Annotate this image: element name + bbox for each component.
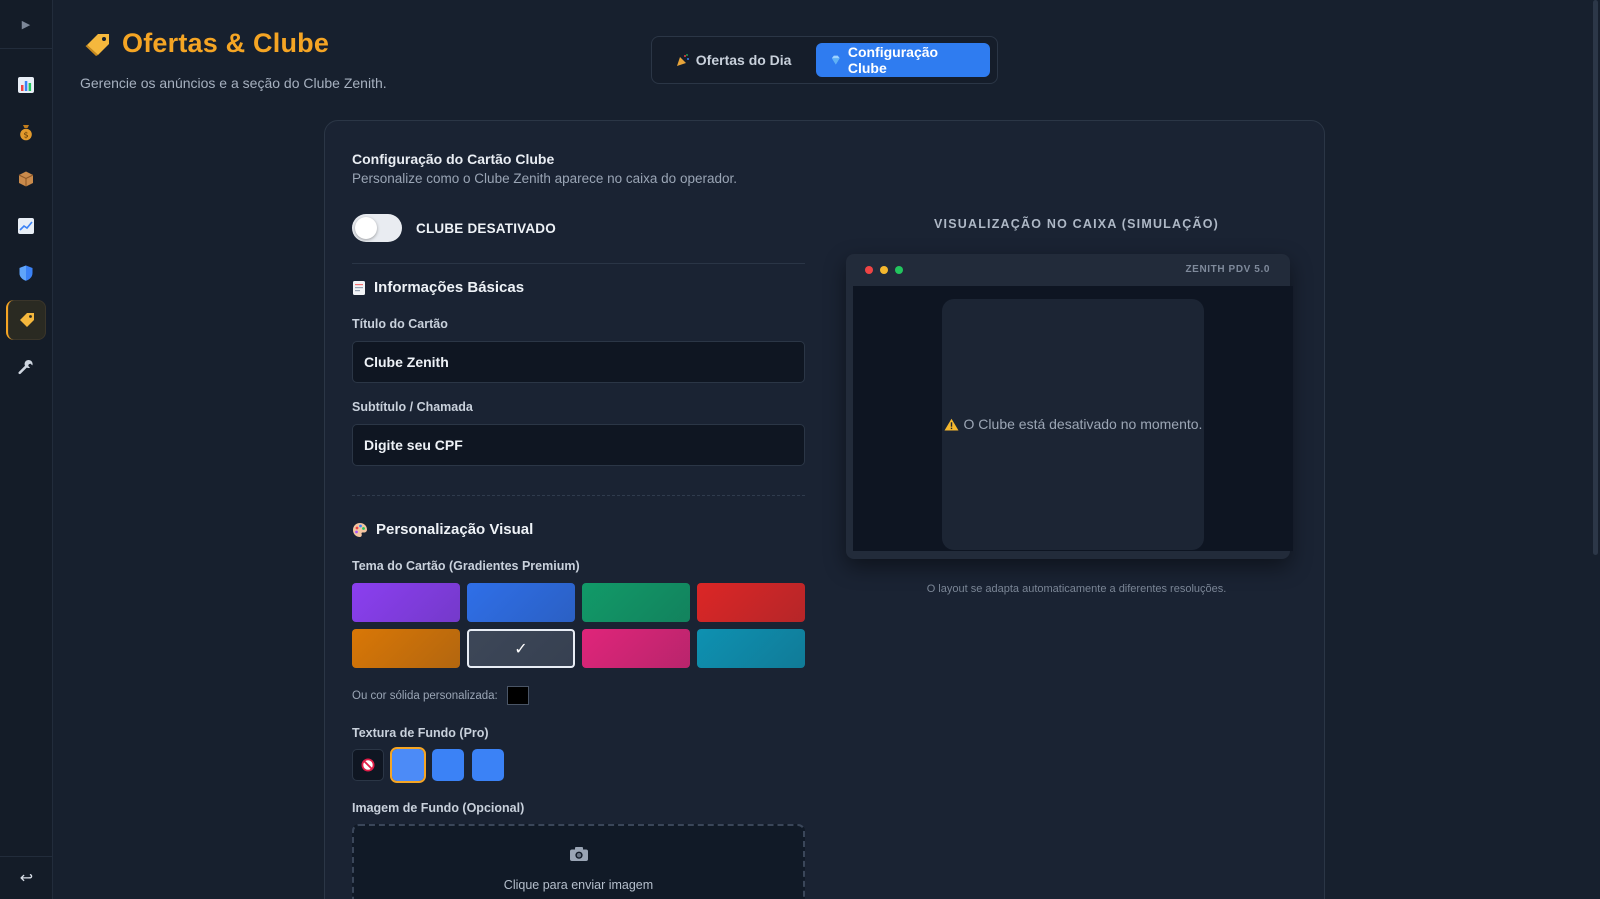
pos-preview-window: ZENITH PDV 5.0 O Clube está desativado n… — [846, 254, 1293, 559]
prohibited-icon — [361, 758, 375, 772]
tag-icon — [20, 313, 34, 327]
pos-brand-label: ZENITH PDV 5.0 — [1185, 264, 1270, 275]
dashed-divider — [352, 495, 805, 496]
sidebar-item-settings[interactable] — [6, 347, 46, 387]
club-card-preview: O Clube está desativado no momento. — [942, 299, 1204, 550]
play-arrow-icon: ▶ — [21, 18, 31, 31]
theme-swatch-slate[interactable]: ✓ — [467, 629, 575, 668]
club-disabled-message: O Clube está desativado no momento. — [942, 416, 1204, 432]
package-icon — [18, 171, 34, 187]
wrench-icon — [18, 360, 33, 375]
theme-swatches: ✓ — [352, 583, 807, 668]
texture-option-3[interactable] — [472, 749, 504, 781]
sidebar-item-reports[interactable] — [6, 206, 46, 246]
check-icon: ✓ — [514, 640, 528, 658]
tab-ofertas-do-dia[interactable]: Ofertas do Dia — [659, 43, 808, 77]
theme-swatch-teal[interactable] — [697, 629, 805, 668]
sidebar-item-offers[interactable] — [6, 300, 46, 340]
club-disabled-text: O Clube está desativado no momento. — [963, 416, 1203, 432]
club-config-card: Configuração do Cartão Clube Personalize… — [324, 120, 1325, 899]
money-bag-icon: $ — [20, 125, 32, 141]
party-popper-icon — [676, 54, 689, 66]
sidebar-item-finance[interactable]: $ — [6, 112, 46, 152]
solid-color-picker[interactable] — [506, 686, 529, 705]
minimize-dot-icon — [880, 266, 888, 274]
theme-swatch-pink[interactable] — [582, 629, 690, 668]
toggle-knob — [355, 217, 377, 239]
camera-icon — [354, 846, 803, 867]
divider — [352, 263, 805, 264]
window-titlebar: ZENITH PDV 5.0 — [846, 254, 1290, 284]
sidebar-item-products[interactable] — [6, 159, 46, 199]
texture-option-2[interactable] — [432, 749, 464, 781]
card-subtitle-label: Subtítulo / Chamada — [352, 400, 473, 414]
club-enabled-toggle[interactable] — [352, 214, 402, 242]
sidebar-expand-button[interactable]: ▶ — [0, 0, 52, 49]
tab-label: Configuração Clube — [847, 44, 939, 76]
tag-icon — [85, 33, 109, 56]
maximize-dot-icon — [895, 266, 903, 274]
section-subtitle: Personalize como o Clube Zenith aparece … — [352, 171, 737, 186]
trend-chart-icon — [18, 218, 34, 234]
page-scrollbar[interactable] — [1590, 0, 1600, 560]
card-subtitle-input[interactable]: Digite seu CPF — [352, 424, 805, 466]
page-subtitle: Gerencie os anúncios e a seção do Clube … — [80, 75, 387, 91]
texture-label: Textura de Fundo (Pro) — [352, 726, 489, 740]
basic-info-title: Informações Básicas — [374, 279, 525, 296]
return-arrow-icon: ↩ — [19, 870, 34, 887]
card-title-label: Título do Cartão — [352, 317, 448, 331]
solid-color-row: Ou cor sólida personalizada: — [352, 686, 529, 705]
logout-button[interactable]: ↩ — [0, 856, 53, 899]
theme-label: Tema do Cartão (Gradientes Premium) — [352, 559, 580, 573]
shield-icon — [19, 265, 33, 281]
club-toggle-row: CLUBE DESATIVADO — [352, 214, 556, 242]
visual-title: Personalização Visual — [376, 521, 534, 538]
section-tabs: Ofertas do Dia Configuração Clube — [651, 36, 998, 84]
basic-info-heading: Informações Básicas — [352, 279, 524, 296]
section-title: Configuração do Cartão Clube — [352, 151, 555, 167]
texture-none-option[interactable] — [352, 749, 384, 781]
sidebar: ▶ $ ↩ — [0, 0, 53, 899]
texture-options — [352, 747, 504, 783]
page-title: Ofertas & Clube — [122, 28, 330, 58]
warning-icon — [944, 418, 959, 430]
theme-swatch-red[interactable] — [697, 583, 805, 622]
close-dot-icon — [865, 266, 873, 274]
palette-icon — [353, 522, 367, 537]
diamond-icon — [832, 55, 840, 65]
bg-image-upload[interactable]: Clique para enviar imagem — [352, 824, 805, 899]
theme-swatch-orange[interactable] — [352, 629, 460, 668]
preview-title: VISUALIZAÇÃO NO CAIXA (SIMULAÇÃO) — [934, 217, 1219, 231]
theme-swatch-blue[interactable] — [467, 583, 575, 622]
visual-heading: Personalização Visual — [352, 521, 533, 538]
pos-screen: O Clube está desativado no momento. — [853, 286, 1293, 551]
page-header: Ofertas & Clube — [84, 28, 329, 59]
bar-chart-icon — [18, 77, 34, 93]
texture-option-1[interactable] — [390, 747, 426, 783]
sidebar-item-dashboard[interactable] — [6, 65, 46, 105]
bg-image-label: Imagem de Fundo (Opcional) — [352, 801, 525, 815]
tab-label: Ofertas do Dia — [695, 52, 792, 68]
tab-configuracao-clube[interactable]: Configuração Clube — [816, 43, 990, 77]
theme-swatch-purple[interactable] — [352, 583, 460, 622]
sidebar-item-security[interactable] — [6, 253, 46, 293]
memo-icon — [353, 280, 365, 295]
svg-text:$: $ — [23, 131, 28, 140]
scrollbar-thumb[interactable] — [1593, 0, 1598, 555]
preview-note: O layout se adapta automaticamente a dif… — [926, 583, 1227, 595]
solid-color-label: Ou cor sólida personalizada: — [352, 689, 498, 702]
card-title-input[interactable]: Clube Zenith — [352, 341, 805, 383]
club-status-label: CLUBE DESATIVADO — [416, 220, 556, 236]
upload-text: Clique para enviar imagem — [503, 878, 654, 892]
theme-swatch-green[interactable] — [582, 583, 690, 622]
